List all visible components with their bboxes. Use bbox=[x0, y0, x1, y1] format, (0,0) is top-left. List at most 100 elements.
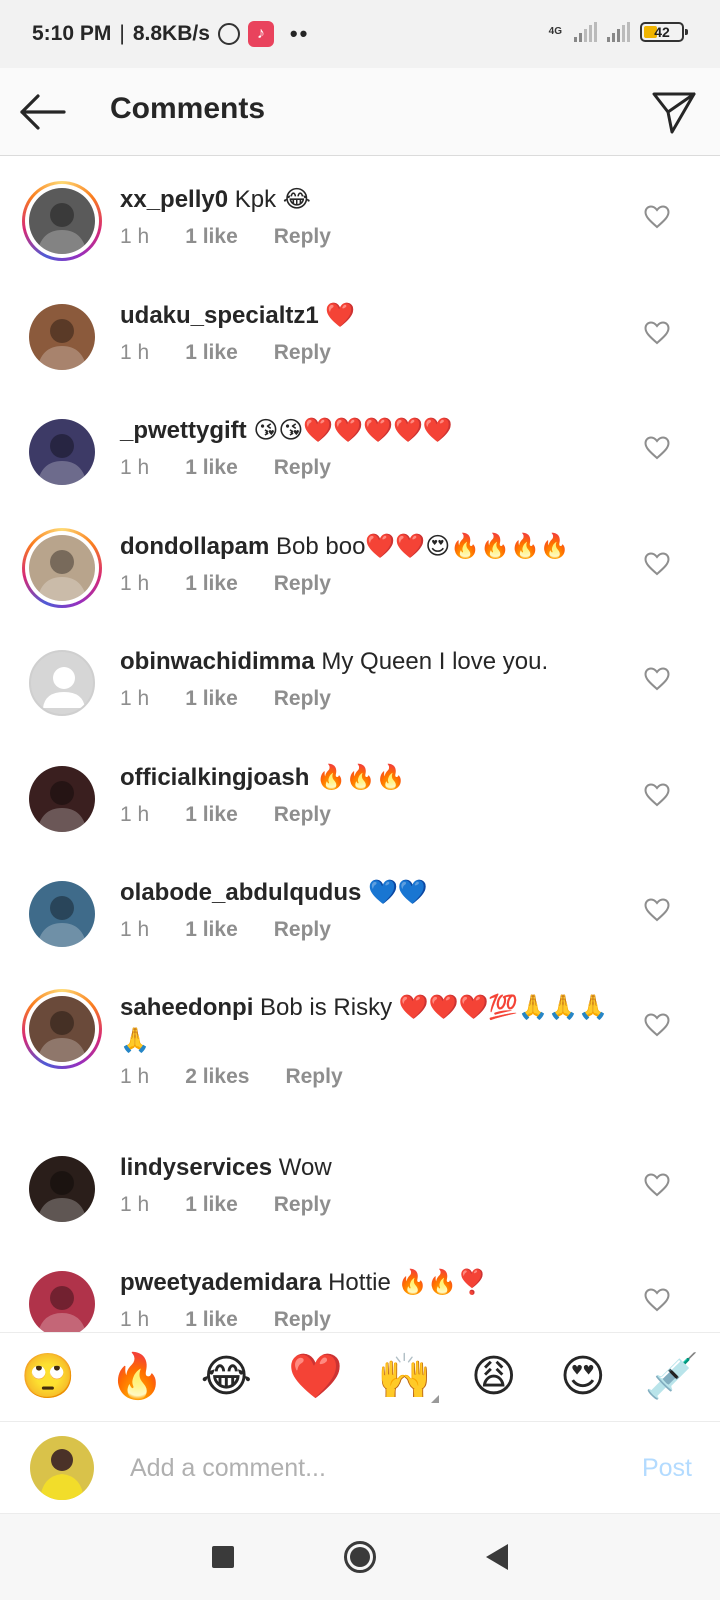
avatar-image bbox=[29, 419, 95, 485]
comment-item[interactable]: olabode_abdulqudus 💙💙 1 h 1 like Reply bbox=[0, 850, 720, 965]
emoji-button[interactable]: 🙄 bbox=[18, 1347, 78, 1407]
comment-body: Hottie 🔥🔥❣️ bbox=[328, 1269, 488, 1296]
comment-meta: 1 h 1 like Reply bbox=[120, 687, 331, 711]
emoji-button[interactable]: 😂 bbox=[196, 1347, 256, 1407]
heart-outline-icon[interactable] bbox=[644, 552, 670, 576]
reply-button[interactable]: Reply bbox=[274, 341, 331, 365]
reply-button[interactable]: Reply bbox=[274, 225, 331, 249]
avatar[interactable] bbox=[22, 297, 102, 377]
reply-button[interactable]: Reply bbox=[274, 687, 331, 711]
avatar[interactable] bbox=[22, 874, 102, 954]
comment-composer: Post bbox=[0, 1422, 720, 1514]
heart-outline-icon[interactable] bbox=[644, 898, 670, 922]
comment-item[interactable]: officialkingjoash 🔥🔥🔥 1 h 1 like Reply bbox=[0, 735, 720, 850]
emoji-button[interactable]: ❤️ bbox=[285, 1347, 345, 1407]
comment-likes[interactable]: 1 like bbox=[185, 456, 238, 480]
comment-item[interactable]: _pwettygift 😘😘❤️❤️❤️❤️❤️ 1 h 1 like Reply bbox=[0, 388, 720, 503]
comment-meta: 1 h 1 like Reply bbox=[120, 1308, 331, 1332]
reply-button[interactable]: Reply bbox=[274, 456, 331, 480]
comment-likes[interactable]: 1 like bbox=[185, 803, 238, 827]
comment-username[interactable]: obinwachidimma bbox=[120, 648, 315, 675]
comment-username[interactable]: lindyservices bbox=[120, 1154, 272, 1181]
home-circle-icon[interactable] bbox=[344, 1541, 376, 1573]
avatar[interactable] bbox=[22, 989, 102, 1069]
heart-outline-icon[interactable] bbox=[644, 1013, 670, 1037]
comment-meta: 1 h 1 like Reply bbox=[120, 341, 331, 365]
header: Comments bbox=[0, 68, 720, 156]
emoji-button[interactable]: 🙌 bbox=[375, 1347, 439, 1407]
reply-button[interactable]: Reply bbox=[274, 572, 331, 596]
comment-item[interactable]: udaku_specialtz1 ❤️ 1 h 1 like Reply bbox=[0, 273, 720, 388]
comment-username[interactable]: _pwettygift bbox=[120, 417, 247, 444]
comment-item[interactable]: pweetyademidara Hottie 🔥🔥❣️ 1 h 1 like Repl… bbox=[0, 1240, 720, 1332]
comment-item[interactable]: lindyservices Wow 1 h 1 like Reply bbox=[0, 1125, 720, 1240]
comment-text: lindyservices Wow bbox=[120, 1151, 620, 1184]
comments-list[interactable]: xx_pelly0 Kpk 😂 1 h 1 like Reply udaku_speci… bbox=[0, 157, 720, 1332]
comment-body: Bob boo❤️❤️😍🔥🔥🔥🔥 bbox=[276, 533, 570, 560]
direct-send-icon[interactable] bbox=[650, 88, 698, 136]
comment-likes[interactable]: 1 like bbox=[185, 1308, 238, 1332]
comment-username[interactable]: dondollapam bbox=[120, 533, 269, 560]
comment-likes[interactable]: 1 like bbox=[185, 225, 238, 249]
heart-outline-icon[interactable] bbox=[644, 783, 670, 807]
reply-button[interactable]: Reply bbox=[274, 918, 331, 942]
avatar-image bbox=[29, 766, 95, 832]
comment-item[interactable]: saheedonpi Bob is Risky ❤️❤️❤️💯🙏🙏🙏🙏 1 h 2 … bbox=[0, 965, 720, 1115]
avatar[interactable] bbox=[22, 181, 102, 261]
reply-button[interactable]: Reply bbox=[274, 1193, 331, 1217]
status-left: 5:10 PM | 8.8KB/s ♪ •• bbox=[32, 21, 309, 47]
recents-square-icon[interactable] bbox=[212, 1546, 234, 1568]
emoji-button[interactable]: 💉 bbox=[642, 1347, 702, 1407]
avatar[interactable] bbox=[22, 759, 102, 839]
reply-button[interactable]: Reply bbox=[274, 1308, 331, 1332]
back-triangle-icon[interactable] bbox=[486, 1544, 508, 1570]
heart-outline-icon[interactable] bbox=[644, 321, 670, 345]
comment-username[interactable]: olabode_abdulqudus bbox=[120, 879, 361, 906]
emoji-button[interactable]: 😩 bbox=[464, 1347, 524, 1407]
comment-time: 1 h bbox=[120, 918, 150, 941]
heart-outline-icon[interactable] bbox=[644, 1173, 670, 1197]
comment-time: 1 h bbox=[120, 341, 150, 364]
comment-likes[interactable]: 1 like bbox=[185, 572, 238, 596]
heart-outline-icon[interactable] bbox=[644, 667, 670, 691]
comment-likes[interactable]: 1 like bbox=[185, 687, 238, 711]
comment-text: xx_pelly0 Kpk 😂 bbox=[120, 183, 620, 216]
heart-outline-icon[interactable] bbox=[644, 1288, 670, 1312]
reply-button[interactable]: Reply bbox=[285, 1065, 342, 1089]
tiktok-notification-icon: ♪ bbox=[247, 21, 274, 47]
comment-likes[interactable]: 1 like bbox=[185, 1193, 238, 1217]
heart-outline-icon[interactable] bbox=[644, 205, 670, 229]
avatar-image bbox=[29, 1156, 95, 1222]
comment-username[interactable]: pweetyademidara bbox=[120, 1269, 321, 1296]
comment-likes[interactable]: 1 like bbox=[185, 341, 238, 365]
comment-item[interactable]: obinwachidimma My Queen I love you. 1 h1 … bbox=[0, 619, 720, 734]
avatar[interactable] bbox=[22, 528, 102, 608]
emoji-button[interactable]: 😍 bbox=[553, 1347, 613, 1407]
post-button[interactable]: Post bbox=[642, 1454, 692, 1483]
back-arrow-icon[interactable] bbox=[18, 88, 68, 136]
avatar-image bbox=[29, 1271, 95, 1332]
avatar-image bbox=[29, 304, 95, 370]
comment-username[interactable]: udaku_specialtz1 bbox=[120, 302, 319, 329]
avatar[interactable] bbox=[22, 1149, 102, 1229]
avatar[interactable] bbox=[22, 1264, 102, 1332]
comment-text: dondollapam Bob boo❤️❤️😍🔥🔥🔥🔥 bbox=[120, 530, 620, 563]
avatar-image bbox=[29, 650, 95, 716]
emoji-button[interactable]: 🔥 bbox=[107, 1347, 167, 1407]
comment-likes[interactable]: 2 likes bbox=[185, 1065, 249, 1089]
comment-item[interactable]: dondollapam Bob boo❤️❤️😍🔥🔥🔥🔥 1 h 1 like Rep… bbox=[0, 504, 720, 619]
avatar[interactable] bbox=[22, 412, 102, 492]
avatar[interactable] bbox=[22, 643, 102, 723]
comment-likes[interactable]: 1 like bbox=[185, 918, 238, 942]
comment-username[interactable]: xx_pelly0 bbox=[120, 186, 228, 213]
comment-meta: 1 h 1 like Reply bbox=[120, 456, 331, 480]
comment-username[interactable]: officialkingjoash bbox=[120, 764, 309, 791]
comment-meta: 1 h 1 like Reply bbox=[120, 225, 331, 249]
comment-input[interactable] bbox=[130, 1448, 570, 1488]
reply-button[interactable]: Reply bbox=[274, 803, 331, 827]
comment-text: officialkingjoash 🔥🔥🔥 bbox=[120, 761, 620, 794]
comment-username[interactable]: saheedonpi bbox=[120, 994, 253, 1021]
more-notifications-icon: •• bbox=[289, 21, 310, 46]
heart-outline-icon[interactable] bbox=[644, 436, 670, 460]
comment-item[interactable]: xx_pelly0 Kpk 😂 1 h 1 like Reply bbox=[0, 157, 720, 272]
